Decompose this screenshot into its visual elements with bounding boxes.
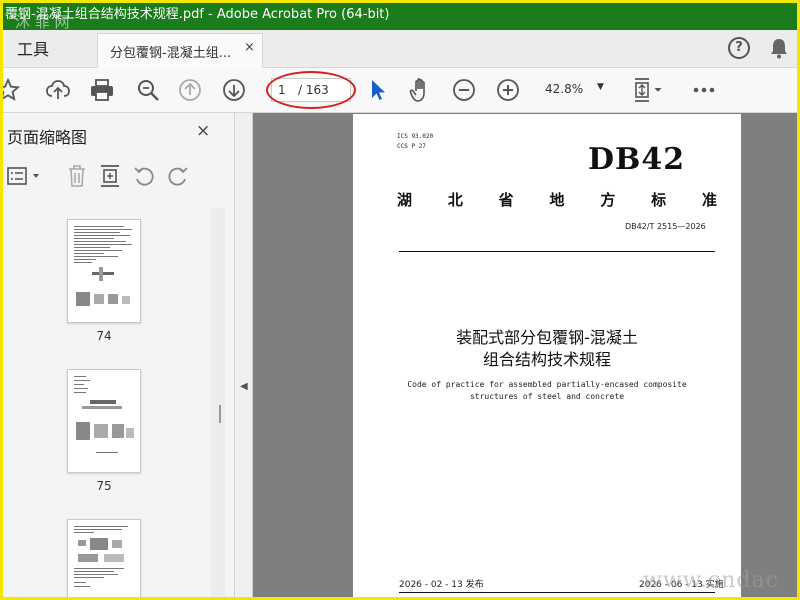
document-page: ICS 93.020 CCS P 27 DB42 湖 北 省 地 方 标 准 D…	[353, 114, 741, 597]
close-icon[interactable]: ×	[196, 121, 210, 141]
tab-tools[interactable]: 工具	[17, 36, 49, 60]
thumbnail-scrollbar[interactable]	[211, 208, 225, 597]
thumbnail-list: 74 75	[3, 205, 209, 597]
help-icon[interactable]: ?	[728, 37, 750, 59]
panel-collapse-handle[interactable]: ◀	[219, 113, 253, 597]
thumbnail-page-number: 75	[96, 479, 112, 493]
document-title-line1: 装配式部分包覆钢-混凝土	[456, 328, 638, 347]
more-icon[interactable]	[691, 77, 717, 103]
bell-icon[interactable]	[769, 37, 789, 59]
window-titlebar: 覆钢-混凝土组合结构技术规程.pdf - Adobe Acrobat Pro (…	[3, 3, 797, 30]
province-char: 方	[600, 191, 616, 209]
chevron-down-icon: ▼	[597, 82, 604, 92]
hand-tool-icon[interactable]	[407, 77, 433, 103]
rotate-left-icon[interactable]	[133, 165, 155, 187]
page-down-icon[interactable]	[221, 77, 247, 103]
province-char: 标	[651, 191, 667, 209]
watermark-bottom: www.cndac	[643, 568, 779, 593]
page-fit-icon[interactable]	[631, 77, 665, 103]
standard-prefix: DB42	[588, 142, 686, 177]
tab-document[interactable]: 分包覆钢-混凝土组... ×	[97, 33, 263, 68]
main-toolbar: 1 / 163 42.8% ▼	[3, 68, 797, 113]
ics-line: ICS 93.020	[397, 133, 434, 140]
watermark-top: 沐 菲 网	[15, 13, 70, 31]
rotate-right-icon[interactable]	[167, 165, 189, 187]
thumbnail-panel-title: 页面缩略图	[7, 128, 88, 147]
page-thumbnail[interactable]	[67, 369, 141, 473]
province-char: 地	[549, 191, 565, 209]
star-icon[interactable]	[3, 77, 21, 103]
issue-date: 2026 - 02 - 13 发布	[399, 580, 484, 590]
print-icon[interactable]	[89, 77, 115, 103]
province-char: 省	[498, 191, 514, 209]
ccs-line: CCS P 27	[397, 143, 426, 150]
thumbnail-toolbar	[3, 158, 235, 196]
thumbnail-page-number: 74	[96, 329, 112, 343]
zoom-search-icon[interactable]	[135, 77, 161, 103]
insert-page-icon[interactable]	[99, 164, 121, 188]
splitter-grip[interactable]	[219, 405, 221, 423]
document-title-line2: 组合结构技术规程	[482, 350, 611, 369]
page-up-icon[interactable]	[177, 77, 203, 103]
standard-code: DB42/T 2515—2026	[625, 222, 706, 231]
english-title-line1: Code of practice for assembled partially…	[407, 380, 687, 389]
page-highlight-oval	[266, 71, 356, 109]
province-char: 北	[447, 191, 463, 209]
zoom-out-icon[interactable]	[451, 77, 477, 103]
province-char: 准	[701, 191, 717, 209]
tab-bar: 工具 分包覆钢-混凝土组... × ?	[3, 30, 797, 68]
tab-close-icon[interactable]: ×	[244, 40, 255, 55]
province-char: 湖	[397, 191, 413, 209]
document-viewer[interactable]: ICS 93.020 CCS P 27 DB42 湖 北 省 地 方 标 准 D…	[253, 113, 797, 597]
trash-icon[interactable]	[67, 164, 87, 188]
page-thumbnail[interactable]	[67, 519, 141, 597]
zoom-in-icon[interactable]	[495, 77, 521, 103]
app-frame: 覆钢-混凝土组合结构技术规程.pdf - Adobe Acrobat Pro (…	[0, 0, 800, 600]
options-menu-icon[interactable]	[7, 166, 43, 188]
chevron-left-icon: ◀	[240, 381, 248, 392]
thumbnail-panel: 页面缩略图 × 74 75	[3, 113, 235, 597]
tab-document-label: 分包覆钢-混凝土组...	[110, 46, 232, 61]
page-thumbnail[interactable]	[67, 219, 141, 323]
header-rule	[399, 251, 715, 252]
select-pointer-icon[interactable]	[365, 77, 391, 103]
english-title-line2: structures of steel and concrete	[469, 392, 625, 401]
ics-code: ICS 93.020 CCS P 27	[397, 132, 433, 152]
province-standard-heading: 湖 北 省 地 方 标 准	[397, 189, 717, 210]
zoom-dropdown[interactable]: 42.8% ▼	[537, 78, 611, 102]
zoom-value: 42.8%	[545, 82, 584, 96]
cloud-upload-icon[interactable]	[45, 77, 71, 103]
